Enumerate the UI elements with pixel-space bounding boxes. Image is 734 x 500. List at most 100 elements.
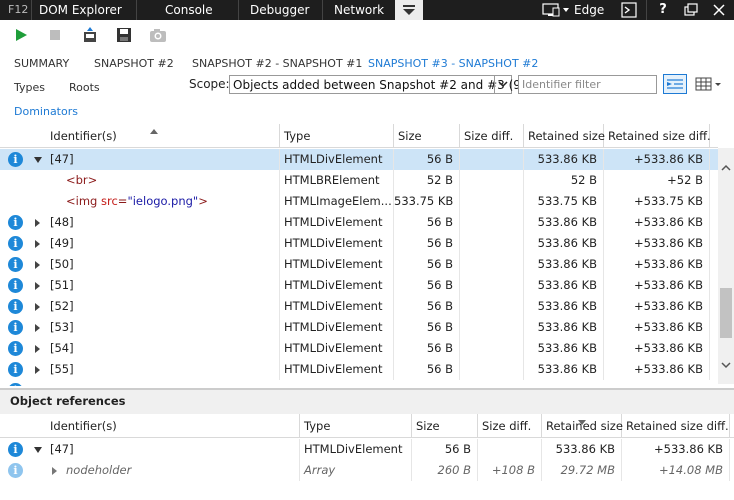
stop-profiling-button[interactable] <box>46 26 64 44</box>
tab-network[interactable]: Network <box>334 0 384 20</box>
type-cell: HTMLDivElement <box>280 275 394 296</box>
subview-roots[interactable]: Roots <box>69 81 100 94</box>
retained-size-diff-cell: +533.86 KB <box>604 296 710 317</box>
size-cell: 56 B <box>394 275 460 296</box>
scroll-up-icon[interactable] <box>721 164 731 172</box>
expanded-arrow-icon[interactable] <box>34 447 42 453</box>
retained-size-cell: 533.86 KB <box>524 338 604 359</box>
type-cell: HTMLDivElement <box>280 233 394 254</box>
sort-ascending-icon <box>150 124 158 138</box>
collapsed-arrow-icon[interactable] <box>35 366 40 374</box>
table-row[interactable]: i [51] HTMLDivElement 56 B 533.86 KB +53… <box>0 275 718 296</box>
console-toggle-icon[interactable] <box>621 2 637 18</box>
table-row[interactable]: i [50] HTMLDivElement 56 B 533.86 KB +53… <box>0 254 718 275</box>
info-icon[interactable]: i <box>8 442 23 457</box>
view-tab-snapshot-2-1[interactable]: SNAPSHOT #2 - SNAPSHOT #1 <box>192 57 362 70</box>
info-icon[interactable]: i <box>8 215 23 230</box>
table-row[interactable]: <br> HTMLBRElement 52 B 52 B +52 B <box>0 170 718 191</box>
size-cell: 56 B <box>394 149 460 170</box>
collapsed-arrow-icon[interactable] <box>35 219 40 227</box>
size-diff-cell <box>478 439 542 460</box>
chevron-down-icon <box>403 5 415 15</box>
reference-row[interactable]: i [47] HTMLDivElement 56 B 533.86 KB +53… <box>0 439 734 460</box>
size-cell: 56 B <box>394 296 460 317</box>
info-icon[interactable]: i <box>8 257 23 272</box>
column-header-size-diff[interactable]: Size diff. <box>460 124 524 148</box>
tab-separator <box>31 0 32 20</box>
column-header-type[interactable]: Type <box>300 414 412 438</box>
scope-dropdown[interactable]: Objects added between Snapshot #2 and #3… <box>229 75 533 94</box>
identifier-cell: [50] <box>46 254 280 275</box>
table-row[interactable]: i [48] HTMLDivElement 56 B 533.86 KB +53… <box>0 212 718 233</box>
fold-icon <box>667 79 683 89</box>
identifier-cell: <br> <box>62 170 280 191</box>
import-button[interactable] <box>81 26 99 44</box>
collapsed-arrow-icon[interactable] <box>35 303 40 311</box>
more-tabs-button[interactable] <box>395 0 423 20</box>
table-row[interactable]: i [55] HTMLDivElement 56 B 533.86 KB +53… <box>0 359 718 380</box>
retained-size-cell: 29.72 MB <box>542 460 622 481</box>
fold-objects-button[interactable] <box>663 74 687 94</box>
table-row[interactable]: i [49] HTMLDivElement 56 B 533.86 KB +53… <box>0 233 718 254</box>
start-profiling-button[interactable] <box>12 26 30 44</box>
reference-row[interactable]: i nodeholder Array 260 B +108 B 29.72 MB… <box>0 460 734 481</box>
view-tab-summary[interactable]: SUMMARY <box>14 57 69 70</box>
column-header-type[interactable]: Type <box>280 124 394 148</box>
column-header-retained-size-diff[interactable]: Retained size diff. <box>622 414 730 438</box>
collapsed-arrow-icon[interactable] <box>52 467 57 475</box>
tab-dom-explorer[interactable]: DOM Explorer <box>39 0 122 20</box>
collapsed-arrow-icon[interactable] <box>35 324 40 332</box>
retained-size-cell: 533.86 KB <box>524 254 604 275</box>
info-icon[interactable]: i <box>8 278 23 293</box>
retained-size-diff-cell: +533.86 KB <box>604 254 710 275</box>
info-icon[interactable]: i <box>8 152 23 167</box>
table-row[interactable]: <img src="ielogo.png"> HTMLImageElem... … <box>0 191 718 212</box>
identifier-cell: [47] <box>46 439 300 460</box>
identifier-filter-input[interactable] <box>518 75 657 94</box>
scrollbar-thumb[interactable] <box>720 288 732 338</box>
table-scrollbar[interactable] <box>718 148 734 384</box>
collapsed-arrow-icon[interactable] <box>35 345 40 353</box>
subview-dominators[interactable]: Dominators <box>14 105 78 118</box>
column-header-retained-size-diff[interactable]: Retained size diff. <box>604 124 711 148</box>
scroll-down-icon[interactable] <box>721 361 731 369</box>
view-settings-button[interactable] <box>694 75 724 95</box>
tab-debugger[interactable]: Debugger <box>250 0 309 20</box>
info-icon[interactable]: i <box>8 341 23 356</box>
column-header-size[interactable]: Size <box>412 414 478 438</box>
take-snapshot-button[interactable] <box>149 26 167 44</box>
table-row[interactable]: i [54] HTMLDivElement 56 B 533.86 KB +53… <box>0 338 718 359</box>
retained-size-cell: 533.86 KB <box>524 149 604 170</box>
column-header-identifier[interactable]: Identifier(s) <box>46 414 300 438</box>
info-icon[interactable]: i <box>8 463 23 478</box>
table-row[interactable]: i [47] HTMLDivElement 56 B 533.86 KB +53… <box>0 149 718 170</box>
column-header-size[interactable]: Size <box>394 124 460 148</box>
info-icon[interactable]: i <box>8 362 23 377</box>
info-icon[interactable]: i <box>8 320 23 335</box>
info-icon[interactable]: i <box>8 236 23 251</box>
chevron-down-icon <box>494 76 511 93</box>
subview-types[interactable]: Types <box>14 81 45 94</box>
collapsed-arrow-icon[interactable] <box>35 261 40 269</box>
close-icon[interactable] <box>711 2 727 18</box>
size-cell: 56 B <box>394 212 460 233</box>
info-icon[interactable]: i <box>8 299 23 314</box>
column-header-retained-size[interactable]: Retained size <box>524 124 605 148</box>
expanded-arrow-icon[interactable] <box>34 157 42 163</box>
column-header-identifier[interactable]: Identifier(s) <box>46 124 280 148</box>
view-tab-snapshot-2[interactable]: SNAPSHOT #2 <box>94 57 174 70</box>
tab-console[interactable]: Console <box>165 0 213 20</box>
collapsed-arrow-icon[interactable] <box>35 240 40 248</box>
collapsed-arrow-icon[interactable] <box>35 282 40 290</box>
browser-mode-label[interactable]: Edge <box>574 0 604 20</box>
size-cell: 56 B <box>394 233 460 254</box>
undock-icon[interactable] <box>683 2 699 18</box>
table-row[interactable]: i [53] HTMLDivElement 56 B 533.86 KB +53… <box>0 317 718 338</box>
table-row[interactable]: i [52] HTMLDivElement 56 B 533.86 KB +53… <box>0 296 718 317</box>
save-button[interactable] <box>115 26 133 44</box>
view-tab-snapshot-3-2[interactable]: SNAPSHOT #3 - SNAPSHOT #2 <box>368 57 538 70</box>
help-icon[interactable]: ? <box>655 2 671 18</box>
play-icon <box>16 29 27 41</box>
stop-icon <box>50 30 60 40</box>
column-header-size-diff[interactable]: Size diff. <box>478 414 542 438</box>
